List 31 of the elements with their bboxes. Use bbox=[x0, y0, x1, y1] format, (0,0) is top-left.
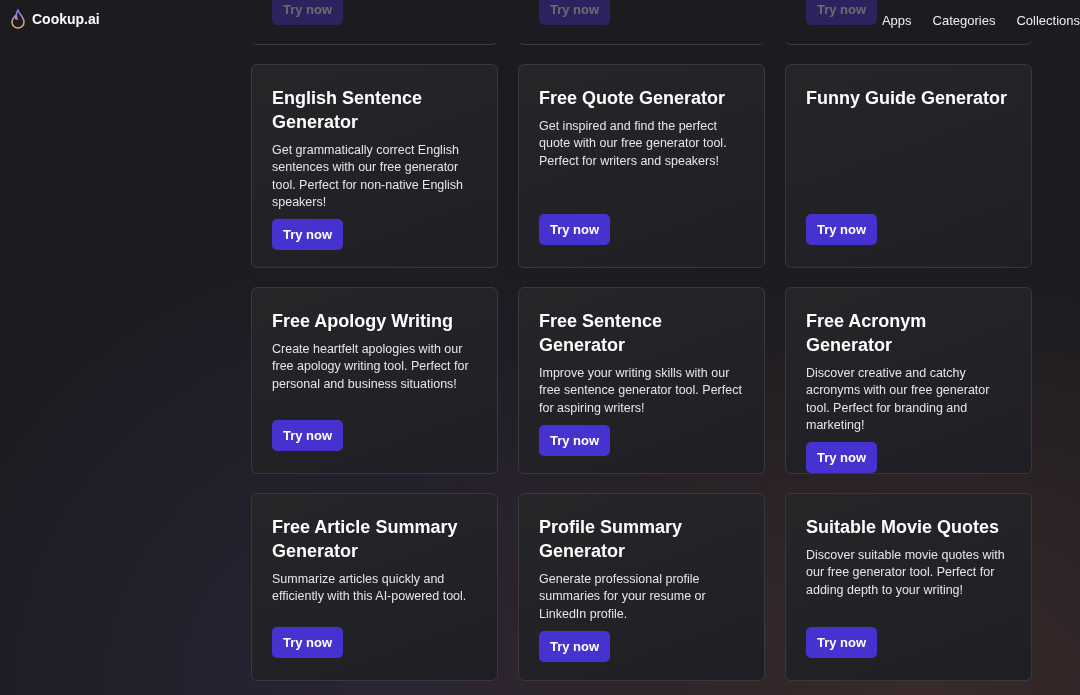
card-title: Profile Summary Generator bbox=[539, 516, 684, 563]
try-now-button[interactable]: Try now bbox=[806, 442, 878, 474]
card-description: Get inspired and find the perfect quote with our free generator tool. Perfect for writers and speakers! bbox=[539, 118, 728, 170]
card-description: Create heartfelt apologies with our free apology writing tool. Perfect for personal and business situations! bbox=[272, 341, 470, 393]
try-now-button[interactable]: Try now bbox=[806, 627, 878, 658]
try-now-button[interactable]: Try now bbox=[272, 627, 344, 658]
card-description: Summarize articles quickly and efficiently with this AI-powered tool. bbox=[272, 571, 468, 606]
card-title: Free Acronym Generator bbox=[806, 310, 928, 357]
try-now-button[interactable]: Try now bbox=[539, 214, 611, 245]
flame-icon bbox=[10, 9, 26, 29]
try-now-button[interactable]: Try now bbox=[272, 420, 344, 451]
card-description: Get grammatically correct English sentences with our free generator tool. Perfect for non-native English speakers! bbox=[272, 142, 465, 211]
card-title: Suitable Movie Quotes bbox=[806, 516, 1001, 539]
card-title: Free Quote Generator bbox=[539, 87, 727, 110]
card-title: Free Sentence Generator bbox=[539, 310, 664, 357]
nav-link[interactable]: Categories bbox=[932, 13, 996, 28]
logo-text[interactable]: Cookup.ai bbox=[32, 11, 100, 27]
try-now-button[interactable]: Try now bbox=[539, 630, 611, 662]
card-description: Improve your writing skills with our free sentence generator tool. Perfect for aspiring writers! bbox=[539, 365, 743, 417]
try-now-button[interactable]: Try now bbox=[806, 214, 878, 245]
nav-link[interactable]: Apps bbox=[881, 13, 912, 28]
card-title: English Sentence Generator bbox=[272, 87, 424, 134]
card-title: Funny Guide Generator bbox=[806, 87, 1009, 110]
try-now-button[interactable]: Try now bbox=[272, 219, 344, 251]
card-title: Free Article Summary Generator bbox=[272, 516, 459, 563]
try-now-button[interactable]: Try now bbox=[539, 424, 611, 456]
card-description: Discover suitable movie quotes with our free generator tool. Perfect for adding depth to your writing! bbox=[806, 547, 1006, 599]
card-description: Discover creative and catchy acronyms with our free generator tool. Perfect for branding and marketing! bbox=[806, 365, 991, 434]
card-title: Free Apology Writing bbox=[272, 310, 454, 333]
card-description: Generate professional profile summaries for your resume or LinkedIn profile. bbox=[539, 571, 707, 623]
nav-link[interactable]: Collections bbox=[1016, 13, 1080, 28]
